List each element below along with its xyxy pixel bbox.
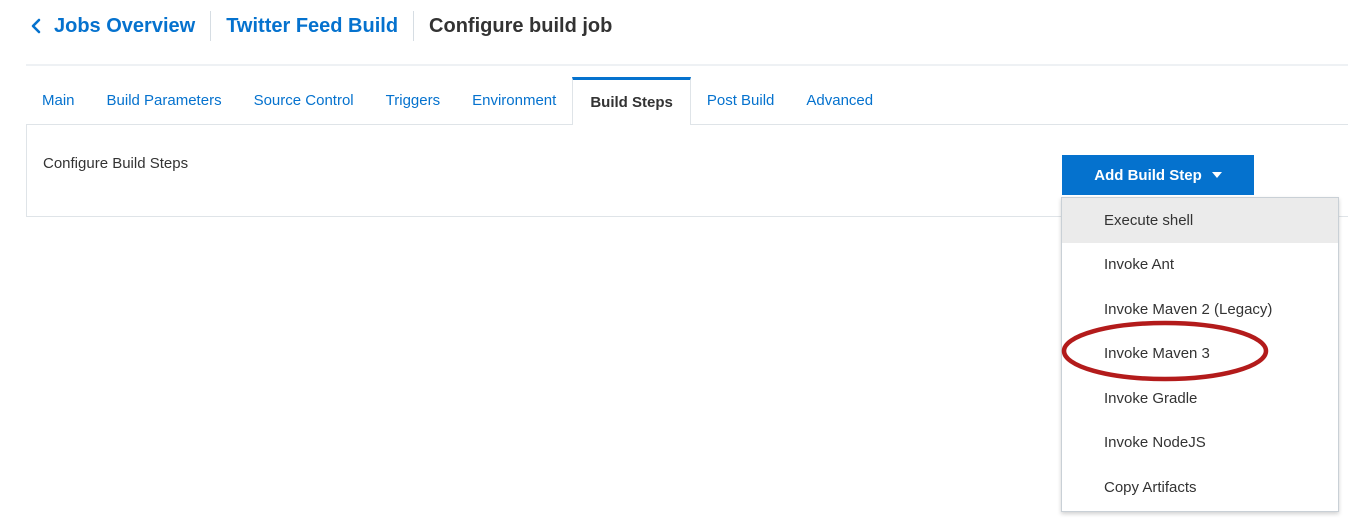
add-build-step-button[interactable]: Add Build Step [1062, 155, 1254, 195]
build-step-menu: Execute shell Invoke Ant Invoke Maven 2 … [1061, 197, 1339, 512]
breadcrumb-separator [413, 11, 415, 41]
menu-item-execute-shell[interactable]: Execute shell [1062, 198, 1338, 243]
page-title: Configure build job [429, 14, 613, 37]
caret-down-icon [1211, 172, 1222, 178]
breadcrumb-project-link[interactable]: Twitter Feed Build [226, 15, 398, 38]
page: Jobs Overview Twitter Feed Build Configu… [0, 0, 1348, 521]
menu-item-invoke-maven-3[interactable]: Invoke Maven 3 [1062, 332, 1338, 377]
tab-bar: Main Build Parameters Source Control Tri… [26, 77, 1348, 125]
tab-build-steps[interactable]: Build Steps [572, 77, 691, 125]
menu-item-invoke-ant[interactable]: Invoke Ant [1062, 243, 1338, 288]
tab-build-parameters[interactable]: Build Parameters [91, 77, 238, 124]
breadcrumb-jobs-overview-link[interactable]: Jobs Overview [30, 15, 195, 38]
menu-item-invoke-maven-2[interactable]: Invoke Maven 2 (Legacy) [1062, 287, 1338, 332]
header-divider [26, 64, 1348, 66]
breadcrumb-jobs-overview-label: Jobs Overview [54, 14, 196, 37]
breadcrumb-separator [210, 11, 212, 41]
tab-triggers[interactable]: Triggers [370, 77, 456, 124]
panel-title: Configure Build Steps [43, 155, 189, 172]
tab-environment[interactable]: Environment [456, 77, 572, 124]
breadcrumb: Jobs Overview Twitter Feed Build Configu… [30, 8, 612, 44]
tab-main[interactable]: Main [26, 77, 91, 124]
tab-source-control[interactable]: Source Control [238, 77, 370, 124]
menu-item-copy-artifacts[interactable]: Copy Artifacts [1062, 465, 1338, 510]
tab-advanced[interactable]: Advanced [790, 77, 889, 124]
menu-item-invoke-nodejs[interactable]: Invoke NodeJS [1062, 421, 1338, 466]
menu-item-invoke-gradle[interactable]: Invoke Gradle [1062, 376, 1338, 421]
chevron-left-icon [30, 18, 44, 34]
tab-post-build[interactable]: Post Build [691, 77, 791, 124]
add-build-step-label: Add Build Step [1094, 166, 1202, 184]
